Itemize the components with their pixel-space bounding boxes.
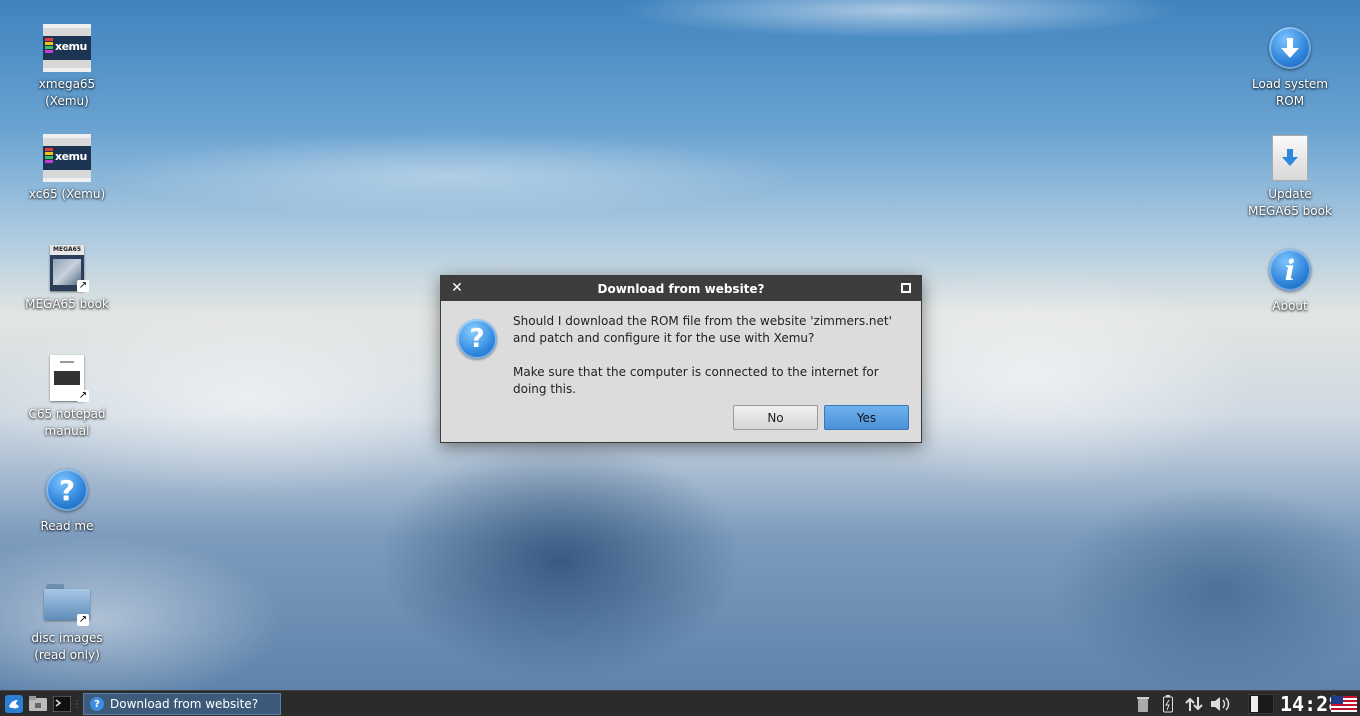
dialog-titlebar[interactable]: ✕ Download from website? bbox=[441, 276, 921, 301]
taskbar-window-label: Download from website? bbox=[110, 697, 259, 711]
xemu-icon: xemu bbox=[43, 24, 91, 72]
battery-icon[interactable] bbox=[1159, 694, 1177, 714]
trash-icon[interactable] bbox=[1134, 694, 1152, 714]
close-icon[interactable]: ✕ bbox=[449, 280, 465, 296]
dialog-message: Should I download the ROM file from the … bbox=[513, 313, 913, 398]
shortcut-arrow-icon: ↗ bbox=[77, 280, 89, 292]
network-icon[interactable] bbox=[1184, 694, 1204, 714]
desktop-icon-about[interactable]: i About bbox=[1238, 246, 1342, 315]
desktop-icon-label: MEGA65 book bbox=[25, 297, 109, 311]
dialog-message-line1: Should I download the ROM file from the … bbox=[513, 314, 892, 345]
desktop-icon-label: About bbox=[1272, 299, 1308, 313]
question-icon: ? bbox=[90, 697, 104, 711]
download-document-icon bbox=[1266, 134, 1314, 182]
workspace-switcher[interactable] bbox=[1247, 694, 1275, 714]
dialog-message-line2: Make sure that the computer is connected… bbox=[513, 365, 879, 396]
volume-icon[interactable] bbox=[1209, 694, 1231, 714]
desktop-icon-update-mega65-book[interactable]: Update MEGA65 book bbox=[1238, 134, 1342, 220]
download-dialog: ✕ Download from website? ? Should I down… bbox=[440, 275, 922, 443]
desktop-icon-label: xmega65 (Xemu) bbox=[38, 77, 96, 108]
dialog-title: Download from website? bbox=[597, 281, 765, 296]
desktop-icon-label: Update MEGA65 book bbox=[1248, 187, 1332, 218]
desktop-icon-load-system-rom[interactable]: Load system ROM bbox=[1238, 24, 1342, 110]
maximize-icon[interactable] bbox=[901, 283, 911, 293]
file-manager-icon[interactable] bbox=[27, 694, 49, 714]
info-icon: i bbox=[1266, 246, 1314, 294]
shortcut-arrow-icon: ↗ bbox=[77, 390, 89, 402]
book-icon: MEGA65 ↗ bbox=[43, 244, 91, 292]
desktop-icon-disc-images[interactable]: ↗ disc images (read only) bbox=[15, 578, 119, 664]
shortcut-arrow-icon: ↗ bbox=[77, 614, 89, 626]
desktop-icon-xc65[interactable]: xemu xc65 (Xemu) bbox=[15, 134, 119, 203]
desktop-icon-xmega65[interactable]: xemu xmega65 (Xemu) bbox=[15, 24, 119, 110]
keyboard-layout-flag-icon[interactable] bbox=[1331, 696, 1357, 712]
desktop-icon-read-me[interactable]: ? Read me bbox=[15, 466, 119, 535]
folder-icon: ↗ bbox=[43, 578, 91, 626]
help-icon: ? bbox=[43, 466, 91, 514]
question-icon: ? bbox=[457, 319, 497, 359]
desktop-icon-label: Read me bbox=[40, 519, 94, 533]
desktop-icon-label: disc images (read only) bbox=[31, 631, 103, 662]
desktop-icon-label: xc65 (Xemu) bbox=[28, 187, 106, 201]
taskbar-window-button[interactable]: ? Download from website? bbox=[83, 693, 281, 715]
desktop-icon-mega65-book[interactable]: MEGA65 ↗ MEGA65 book bbox=[15, 244, 119, 313]
app-menu-icon[interactable] bbox=[3, 694, 25, 714]
download-icon bbox=[1266, 24, 1314, 72]
xemu-icon: xemu bbox=[43, 134, 91, 182]
no-button[interactable]: No bbox=[733, 405, 818, 430]
desktop-icon-c65-notepad-manual[interactable]: ↗ C65 notepad manual bbox=[15, 354, 119, 440]
yes-button[interactable]: Yes bbox=[824, 405, 909, 430]
taskbar: ⋮ ? Download from website? 14:28 bbox=[0, 690, 1360, 716]
desktop-icon-label: Load system ROM bbox=[1252, 77, 1328, 108]
document-icon: ↗ bbox=[43, 354, 91, 402]
desktop-icon-label: C65 notepad manual bbox=[28, 407, 106, 438]
separator: ⋮ bbox=[72, 698, 82, 710]
terminal-icon[interactable] bbox=[51, 694, 73, 714]
